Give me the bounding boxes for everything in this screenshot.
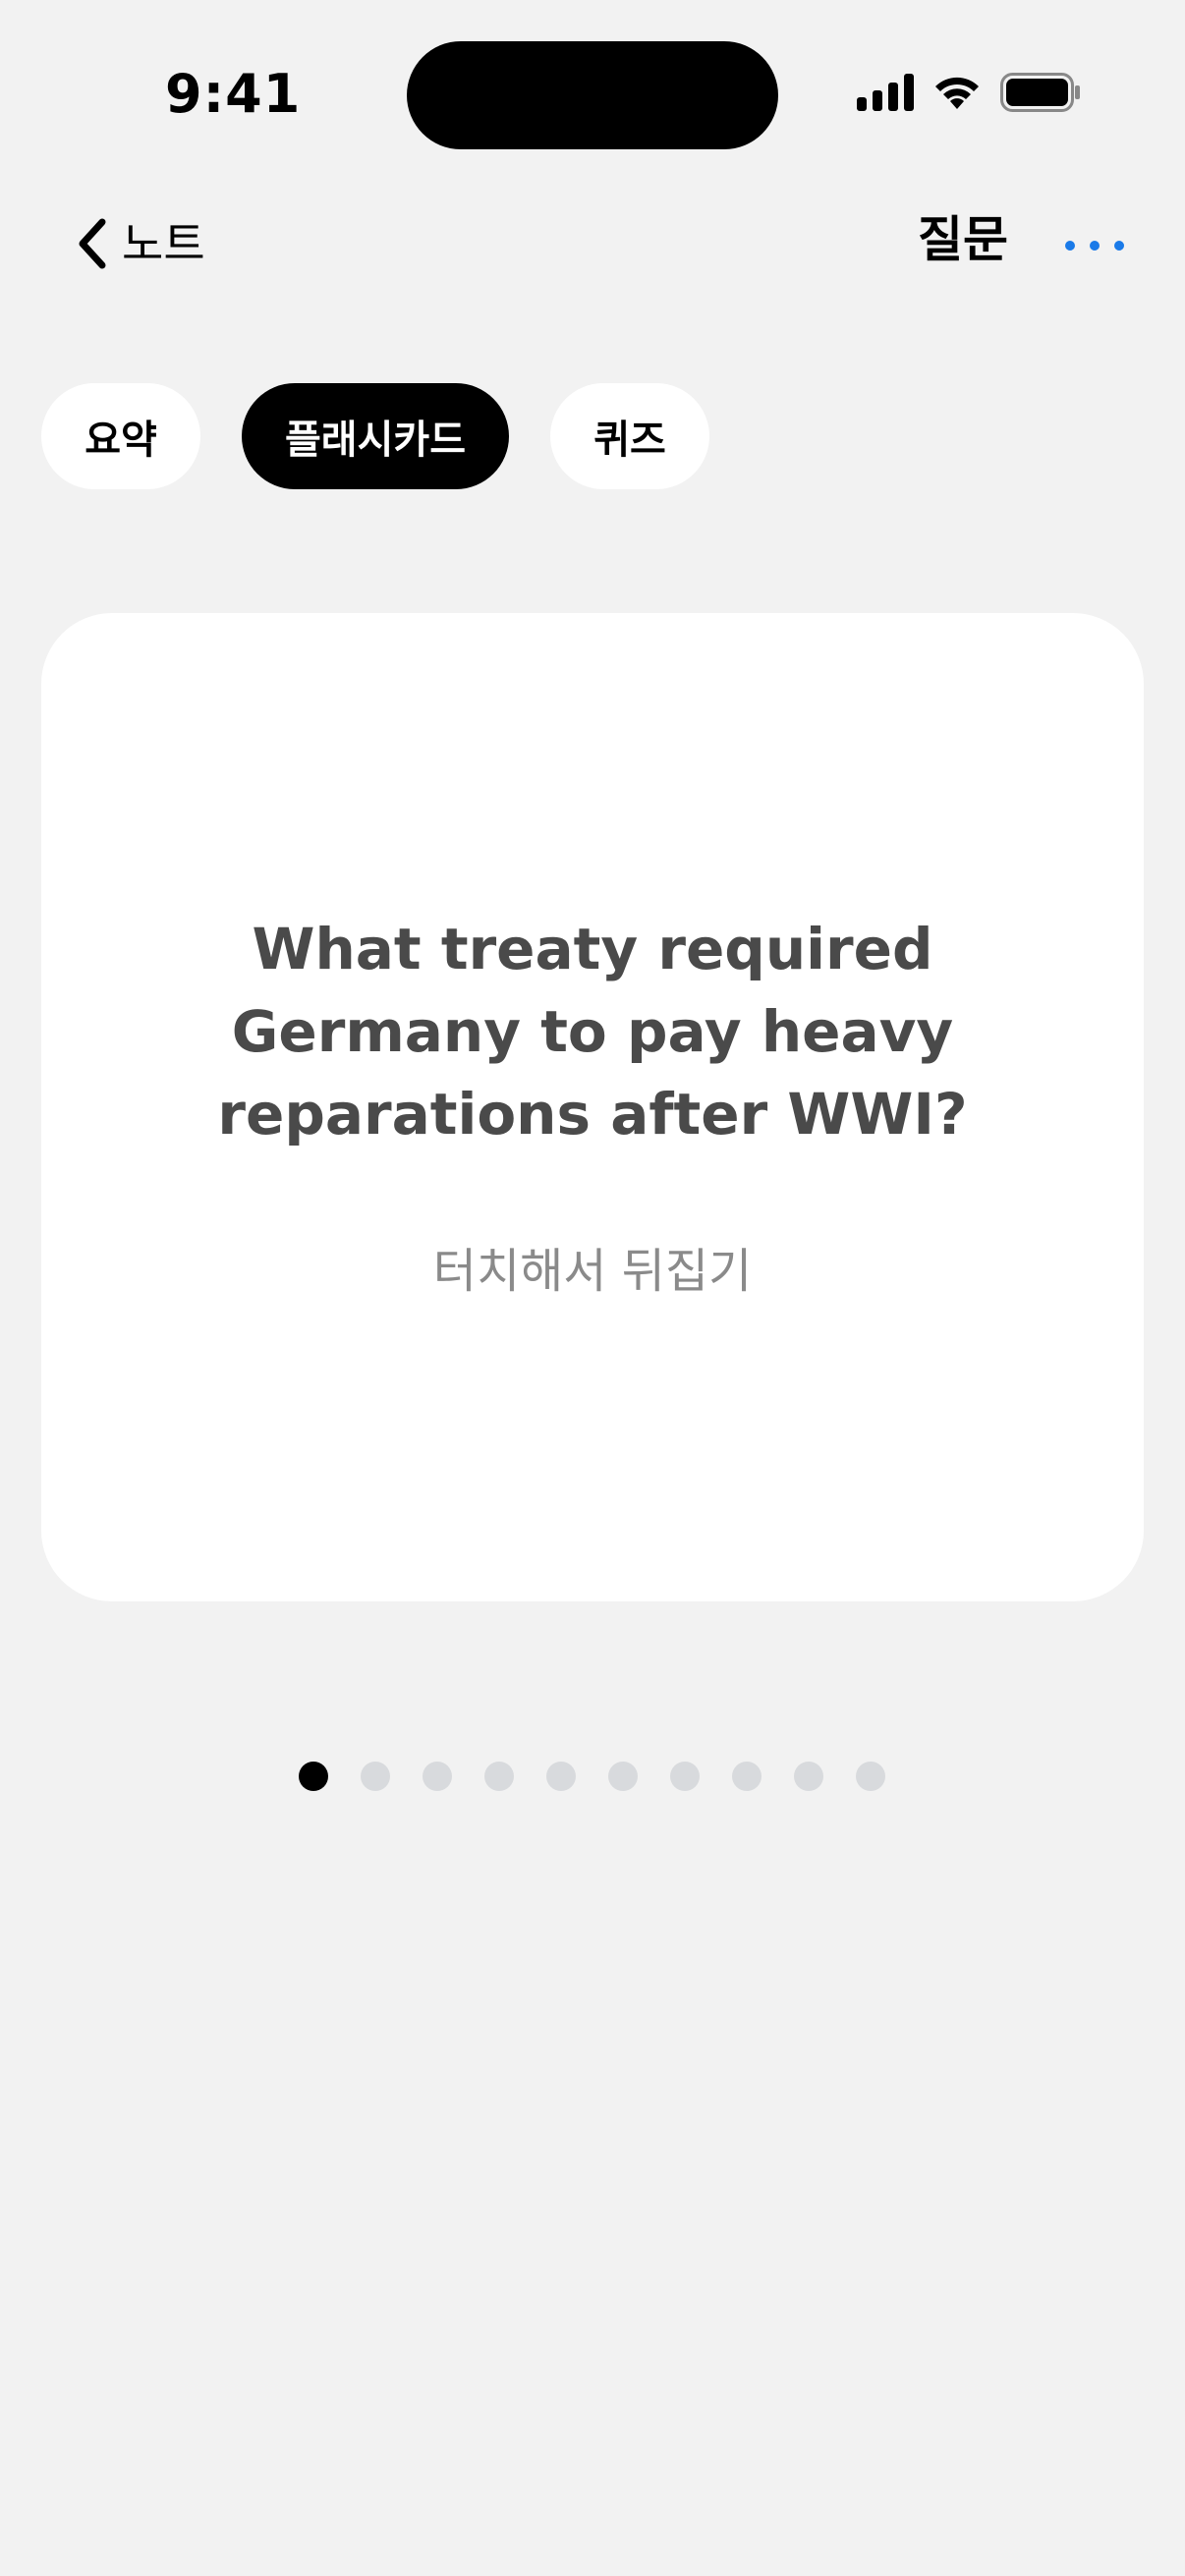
pagination-dot[interactable]: [546, 1762, 576, 1791]
pagination-dot[interactable]: [423, 1762, 452, 1791]
chevron-left-icon: [79, 218, 106, 269]
pagination-dot[interactable]: [670, 1762, 700, 1791]
status-icons: [857, 73, 1081, 112]
flip-hint: 터치해서 뒤집기: [432, 1244, 753, 1299]
back-button-label: 노트: [122, 217, 205, 270]
pagination-dot[interactable]: [299, 1762, 328, 1791]
wifi-icon: [935, 77, 979, 109]
tab-flashcard[interactable]: 플래시카드: [242, 383, 509, 489]
pagination-dot[interactable]: [794, 1762, 823, 1791]
tab-summary[interactable]: 요약: [41, 383, 200, 489]
more-dot-icon: [1065, 241, 1075, 251]
battery-icon: [1000, 73, 1080, 112]
pagination-dot[interactable]: [608, 1762, 638, 1791]
tab-quiz[interactable]: 퀴즈: [550, 383, 709, 489]
flashcard[interactable]: What treaty required Germany to pay heav…: [41, 613, 1144, 1601]
dynamic-island: [407, 41, 778, 149]
pagination-dot[interactable]: [361, 1762, 390, 1791]
flashcard-question: What treaty required Germany to pay heav…: [217, 916, 968, 1148]
pagination-dot[interactable]: [856, 1762, 885, 1791]
page-title: 질문: [918, 211, 1008, 268]
status-time: 9:41: [165, 63, 302, 125]
card-pagination: [299, 1762, 885, 1791]
cellular-signal-icon: [857, 74, 914, 111]
more-options-button[interactable]: [1065, 224, 1124, 267]
pagination-dot[interactable]: [732, 1762, 762, 1791]
pagination-dot[interactable]: [484, 1762, 514, 1791]
mode-tabs: 요약 플래시카드 퀴즈: [41, 383, 709, 489]
more-dot-icon: [1114, 241, 1124, 251]
more-dot-icon: [1090, 241, 1100, 251]
back-button[interactable]: 노트: [75, 214, 205, 273]
